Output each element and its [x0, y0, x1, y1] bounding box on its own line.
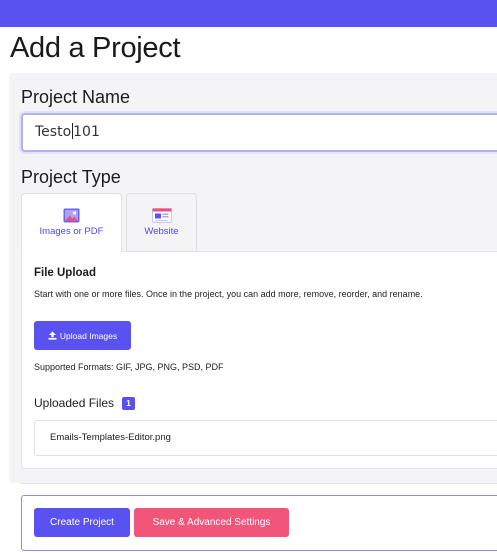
save-advanced-settings-button[interactable]: Save & Advanced Settings — [134, 508, 289, 537]
project-name-label: Project Name — [21, 87, 131, 107]
tab-website-label: Website — [144, 226, 179, 237]
file-upload-title: File Upload — [34, 267, 96, 279]
create-project-button[interactable]: Create Project — [34, 508, 130, 537]
project-name-value-end: 101 — [73, 124, 100, 140]
browser-window-icon — [151, 208, 172, 223]
upload-arrow-icon — [48, 331, 57, 340]
page-title: Add a Project — [10, 32, 181, 64]
form-divider — [21, 483, 497, 484]
uploaded-file-item[interactable]: Emails-Templates-Editor.png — [34, 420, 497, 456]
project-name-input[interactable]: Testo 101 — [21, 113, 497, 152]
project-name-value-start: Testo — [35, 124, 72, 140]
upload-images-label: Upload Images — [59, 330, 118, 341]
upload-images-button[interactable]: Upload Images — [34, 321, 131, 350]
top-bar — [0, 0, 497, 27]
uploaded-files-label: Uploaded Files — [34, 396, 115, 410]
file-upload-description: Start with one or more files. Once in th… — [34, 289, 423, 299]
image-icon — [63, 208, 80, 223]
uploaded-count-badge: 1 — [122, 397, 135, 410]
tab-website[interactable]: Website — [126, 193, 197, 252]
project-type-label: Project Type — [21, 167, 121, 187]
tab-images-label: Images or PDF — [39, 226, 104, 237]
tab-images-or-pdf[interactable]: Images or PDF — [21, 193, 122, 252]
supported-formats: Supported Formats: GIF, JPG, PNG, PSD, P… — [34, 362, 224, 372]
